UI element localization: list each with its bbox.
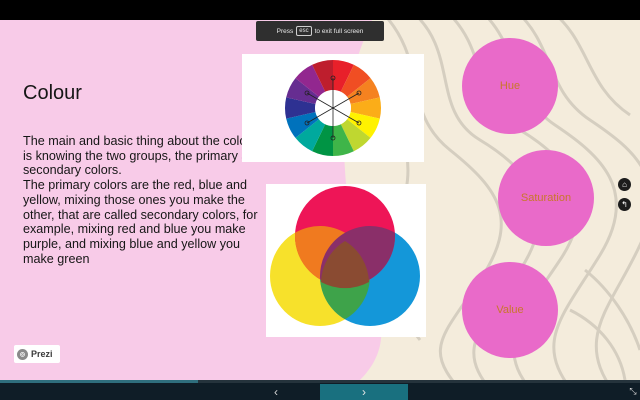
saturation-circle-button[interactable]: Saturation	[498, 150, 594, 246]
rgb-venn-image	[266, 184, 426, 337]
color-wheel-graphic	[285, 60, 381, 156]
value-label: Value	[496, 304, 524, 316]
chevron-left-icon: ‹	[274, 385, 278, 399]
primary-venn-graphic	[270, 186, 420, 326]
toast-prefix: Press	[276, 27, 294, 35]
color-wheel-image	[242, 54, 424, 162]
home-icon: ⌂	[622, 180, 627, 189]
navigation-bar: ‹ › ⤡	[0, 380, 640, 400]
chevron-right-icon: ›	[362, 385, 366, 399]
prezi-logo-icon: ◎	[17, 348, 28, 360]
hue-circle-button[interactable]: Hue	[462, 38, 558, 134]
progress-fill	[0, 380, 199, 383]
saturation-label: Saturation	[520, 192, 572, 204]
prezi-badge[interactable]: ◎ Prezi	[14, 345, 60, 363]
slide-body-text: The main and basic thing about the color…	[23, 134, 262, 266]
fullscreen-exit-button[interactable]: ⤡	[628, 384, 638, 398]
back-arrow-icon: ↰	[621, 200, 628, 209]
home-button[interactable]: ⌂	[618, 178, 631, 191]
back-button[interactable]: ↰	[618, 198, 631, 211]
value-circle-button[interactable]: Value	[462, 262, 558, 358]
fullscreen-exit-icon: ⤡	[629, 385, 637, 396]
previous-button[interactable]: ‹	[262, 384, 290, 400]
esc-key-label: esc	[296, 26, 312, 36]
hue-label: Hue	[499, 80, 521, 92]
next-button[interactable]: ›	[320, 384, 408, 400]
prezi-brand-label: Prezi	[31, 349, 53, 359]
top-black-bar	[0, 0, 640, 20]
fullscreen-toast: Press esc to exit full screen	[256, 21, 384, 41]
progress-track	[0, 380, 640, 383]
toast-suffix: to exit full screen	[314, 27, 364, 35]
slide-title: Colour	[23, 82, 82, 104]
